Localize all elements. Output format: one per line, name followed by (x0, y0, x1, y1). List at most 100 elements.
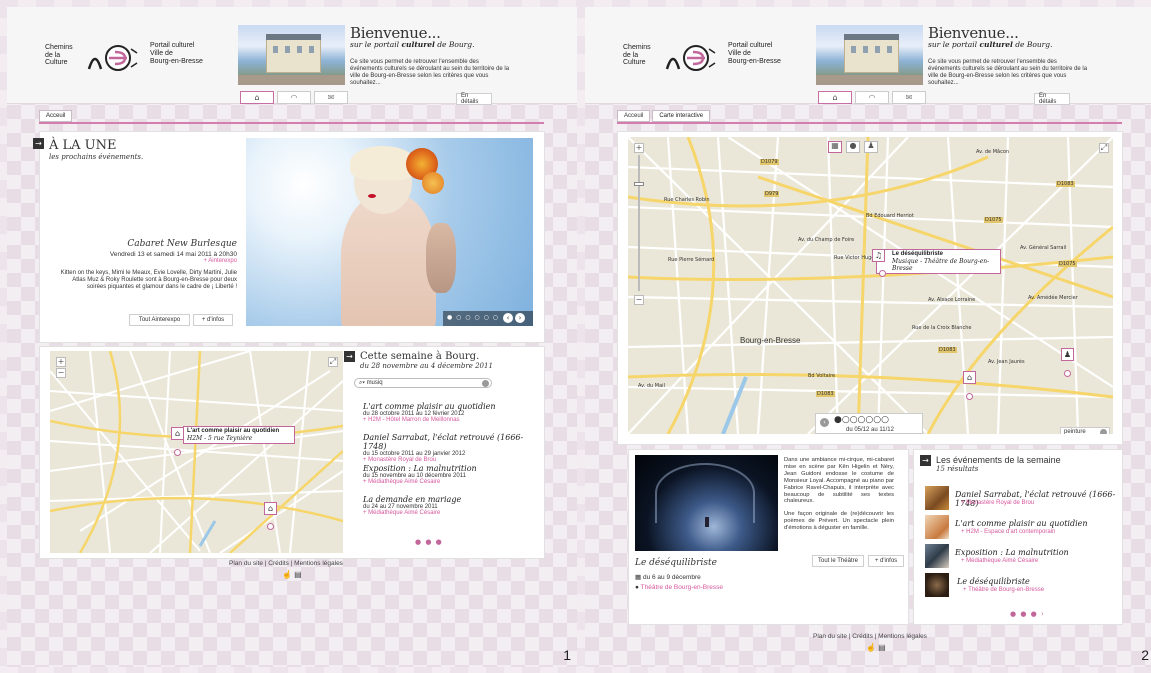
street-label: D1075 (1058, 261, 1077, 267)
fullscreen-icon[interactable]: ⤢ (328, 357, 338, 367)
une-event-date: Vendredi 13 et samedi 14 mai 2011 à 20h3… (109, 251, 237, 258)
clear-icon[interactable] (1100, 429, 1107, 434)
street-label: Av. du Mail (638, 383, 665, 389)
location-pin-icon: ● (635, 584, 639, 591)
map-pin-dot-2[interactable] (267, 523, 274, 530)
zoom-slider[interactable] (638, 155, 640, 291)
map-pin-dot-2[interactable] (966, 393, 973, 400)
event-thumbnail (925, 544, 949, 568)
street-label: Av. du Champ de Foire (798, 237, 855, 243)
featured-description: Dans une ambiance mi-cirque, mi-cabaret … (784, 457, 894, 532)
home-icon[interactable]: ⌂ (240, 91, 274, 104)
week-dots[interactable]: ●○○○○○○ (834, 415, 889, 425)
more-info-button[interactable]: + d'infos (193, 314, 233, 326)
zoom-in-button[interactable]: + (634, 143, 644, 153)
street-label: D979 (764, 191, 780, 197)
week-results: 15 résultats (936, 465, 979, 473)
social-icons[interactable]: ☝ ▤ (866, 643, 886, 652)
music-pin-icon[interactable]: ♫ (872, 249, 885, 262)
event-thumbnail (925, 486, 949, 510)
zoom-in-button[interactable]: + (56, 357, 66, 367)
event-thumbnail (925, 515, 949, 539)
footer-links[interactable]: Plan du site | Crédits | Mentions légale… (229, 560, 343, 567)
details-button[interactable]: En détails (456, 93, 492, 105)
prev-week-icon[interactable]: ‹ (820, 418, 829, 427)
featured-date: ▦ du 6 au 9 décembre (635, 574, 701, 581)
details-button[interactable]: En détails (1034, 93, 1070, 105)
date-range: du 05/12 au 11/12 (846, 427, 894, 433)
calendar-icon: ▦ (635, 574, 642, 581)
une-event-title[interactable]: Cabaret New Burlesque (55, 239, 237, 249)
list-item[interactable]: Le déséquilibriste + Théâtre de Bourg-en… (925, 573, 1120, 597)
featured-photo (635, 455, 778, 551)
fullscreen-icon[interactable]: ⤢ (1099, 143, 1109, 153)
search-input[interactable]: musiq (367, 380, 383, 386)
museum-pin-icon[interactable]: ⌂ (963, 371, 976, 384)
prev-icon[interactable]: ‹ (503, 313, 513, 323)
list-item[interactable]: Daniel Sarrabat, l'éclat retrouvé (1666-… (363, 433, 533, 463)
une-event: Cabaret New Burlesque Vendredi 13 et sam… (55, 239, 237, 292)
list-item[interactable]: L'art comme plaisir au quotidien + H2M -… (925, 515, 1120, 539)
zoom-out-button[interactable]: − (56, 368, 66, 378)
week-pager[interactable]: ● ● ● (415, 538, 443, 546)
all-theatre-button[interactable]: Tout le Théâtre (812, 555, 864, 567)
event-thumbnail (925, 573, 949, 597)
search-box[interactable]: ⌕▾ musiq (354, 378, 492, 388)
breadcrumb-map[interactable]: Carte interactive (652, 110, 711, 122)
clear-icon[interactable] (482, 380, 489, 387)
date-slider: ‹ ●○○○○○○ du 05/12 au 11/12 (815, 413, 923, 434)
list-item[interactable]: L'art comme plaisir au quotidien du 28 o… (363, 402, 533, 423)
breadcrumb-home[interactable]: Acceuil (39, 110, 73, 122)
mail-icon[interactable]: ✉ (314, 91, 348, 104)
screen-number: 1 (563, 647, 571, 663)
wifi-icon[interactable]: ◠ (277, 91, 311, 104)
week-header: → Cette semaine à Bourg. du 28 novembre … (344, 351, 493, 370)
week-pager[interactable]: ● ● ● › (1010, 610, 1045, 618)
museum-pin-icon-2[interactable]: ⌂ (264, 502, 277, 515)
museum-pin-icon[interactable]: ⌂ (171, 427, 184, 440)
street-label: Av. Jean Jaurès (988, 359, 1025, 365)
map-pin-dot-3[interactable] (1064, 370, 1071, 377)
week-title: Cette semaine à Bourg. (360, 351, 480, 362)
zoom-out-button[interactable]: − (634, 295, 644, 305)
map-pin-dot[interactable] (879, 270, 886, 277)
footer-links[interactable]: Plan du site | Crédits | Mentions légale… (813, 633, 927, 640)
more-info-button[interactable]: + d'infos (868, 555, 904, 567)
list-item[interactable]: La demande en mariage du 24 au 27 novemb… (363, 495, 533, 516)
welcome-subtitle: sur le portail culturel de Bourg. (928, 40, 1053, 49)
list-item[interactable]: Daniel Sarrabat, l'éclat retrouvé (1666-… (925, 486, 1120, 510)
next-icon[interactable]: › (515, 313, 525, 323)
calendar-icon[interactable]: ▦ (828, 141, 842, 153)
header-image (238, 25, 345, 85)
breadcrumb: Acceuil Carte interactive (617, 110, 712, 122)
interactive-map[interactable]: + − ⤢ ▦ ● ♟ Bourg-en-Bresse D1079 D1083 … (628, 137, 1113, 434)
wifi-icon[interactable]: ◠ (855, 91, 889, 104)
map-pin-dot[interactable] (174, 449, 181, 456)
home-icon[interactable]: ⌂ (818, 91, 852, 104)
mail-icon[interactable]: ✉ (892, 91, 926, 104)
people-icon[interactable]: ♟ (864, 141, 878, 153)
street-label: D1079 (760, 159, 779, 165)
featured-place[interactable]: ● Théâtre de Bourg-en-Bresse (635, 584, 723, 591)
slider-dots[interactable]: ● ○ ○ ○ ○ ○ (447, 314, 499, 321)
map-tooltip[interactable]: Le déséquilibriste Musique - Théâtre de … (876, 249, 1001, 274)
filter-box[interactable]: peinture (1060, 427, 1110, 434)
map-small[interactable]: + − ⤢ L'art comme plaisir au quotidien H… (50, 351, 343, 553)
une-header: → À LA UNE les prochains événements. (33, 138, 143, 161)
breadcrumb-home[interactable]: Acceuil (617, 110, 651, 122)
location-pin-icon[interactable]: ● (846, 141, 860, 153)
une-event-place[interactable]: + Ainterexpo (55, 258, 237, 264)
screen-number: 2 (1141, 647, 1149, 663)
list-item[interactable]: Exposition : La malnutrition du 15 novem… (363, 464, 533, 485)
slider-controls: ● ○ ○ ○ ○ ○ ‹ › (443, 311, 533, 326)
featured-title[interactable]: Le déséquilibriste (635, 558, 717, 568)
list-item[interactable]: Exposition : La malnutrition + Médiathèq… (925, 544, 1120, 568)
social-icons[interactable]: ☝ ▤ (282, 570, 302, 579)
people-pin-icon[interactable]: ♟ (1061, 348, 1074, 361)
logo-text[interactable]: Chemins de la Culture (623, 44, 651, 67)
map-tooltip[interactable]: L'art comme plaisir au quotidien H2M - 5… (183, 426, 295, 444)
week-title: Les événements de la semaine (936, 455, 1061, 465)
logo-text[interactable]: Chemins de la Culture (45, 44, 73, 67)
zoom-slider-handle[interactable] (634, 182, 644, 186)
all-ainterexpo-button[interactable]: Tout Ainterexpo (129, 314, 190, 326)
